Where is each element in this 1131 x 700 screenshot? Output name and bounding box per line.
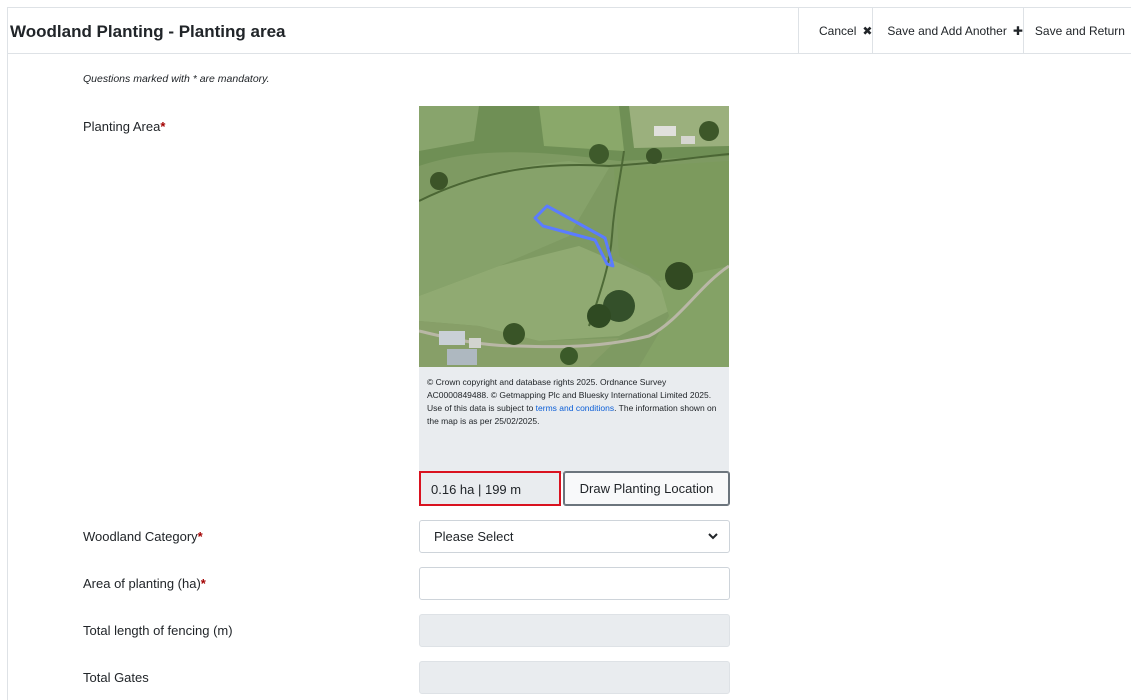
- woodland-category-selected-value: Please Select: [434, 529, 514, 544]
- aerial-map[interactable]: [419, 106, 729, 367]
- form-panel: Woodland Planting - Planting area Cancel…: [7, 7, 1131, 700]
- map-card: © Crown copyright and database rights 20…: [419, 106, 729, 474]
- total-gates-input: [419, 661, 730, 694]
- woodland-category-label: Woodland Category*: [83, 529, 203, 544]
- cancel-button-label: Cancel: [819, 24, 857, 38]
- area-of-planting-label: Area of planting (ha)*: [83, 576, 206, 591]
- area-of-planting-input[interactable]: [419, 567, 730, 600]
- close-icon: ✖: [862, 24, 873, 38]
- map-attribution: © Crown copyright and database rights 20…: [427, 376, 723, 428]
- required-marker: *: [160, 119, 166, 134]
- fencing-length-label: Total length of fencing (m): [83, 623, 233, 638]
- page-title: Woodland Planting - Planting area: [10, 22, 286, 41]
- draw-planting-location-button[interactable]: Draw Planting Location: [563, 471, 730, 506]
- woodland-category-select[interactable]: Please Select: [419, 520, 730, 553]
- planting-area-label-text: Planting Area: [83, 119, 161, 134]
- save-and-return-label: Save and Return: [1034, 24, 1125, 38]
- save-and-add-another-label: Save and Add Another: [887, 24, 1007, 38]
- save-and-add-another-button[interactable]: Save and Add Another ✚: [872, 8, 1023, 54]
- chevron-down-icon: [707, 530, 719, 545]
- cancel-button[interactable]: Cancel ✖: [798, 8, 872, 54]
- header-bar: Woodland Planting - Planting area Cancel…: [8, 8, 1131, 54]
- total-gates-label: Total Gates: [83, 670, 149, 685]
- required-marker: *: [200, 576, 206, 591]
- planting-area-label: Planting Area*: [83, 119, 165, 134]
- terms-and-conditions-link[interactable]: terms and conditions: [536, 403, 614, 413]
- woodland-category-label-text: Woodland Category: [83, 529, 198, 544]
- fencing-length-input: [419, 614, 730, 647]
- toolbar: Cancel ✖ Save and Add Another ✚ Save and…: [798, 8, 1131, 54]
- area-readout: 0.16 ha | 199 m: [419, 471, 561, 506]
- save-and-return-button[interactable]: Save and Return: [1022, 8, 1131, 54]
- area-of-planting-label-text: Area of planting (ha): [83, 576, 201, 591]
- mandatory-note: Questions marked with * are mandatory.: [83, 73, 270, 85]
- plus-icon: ✚: [1012, 24, 1023, 38]
- aerial-map-image: [419, 106, 729, 367]
- required-marker: *: [197, 529, 203, 544]
